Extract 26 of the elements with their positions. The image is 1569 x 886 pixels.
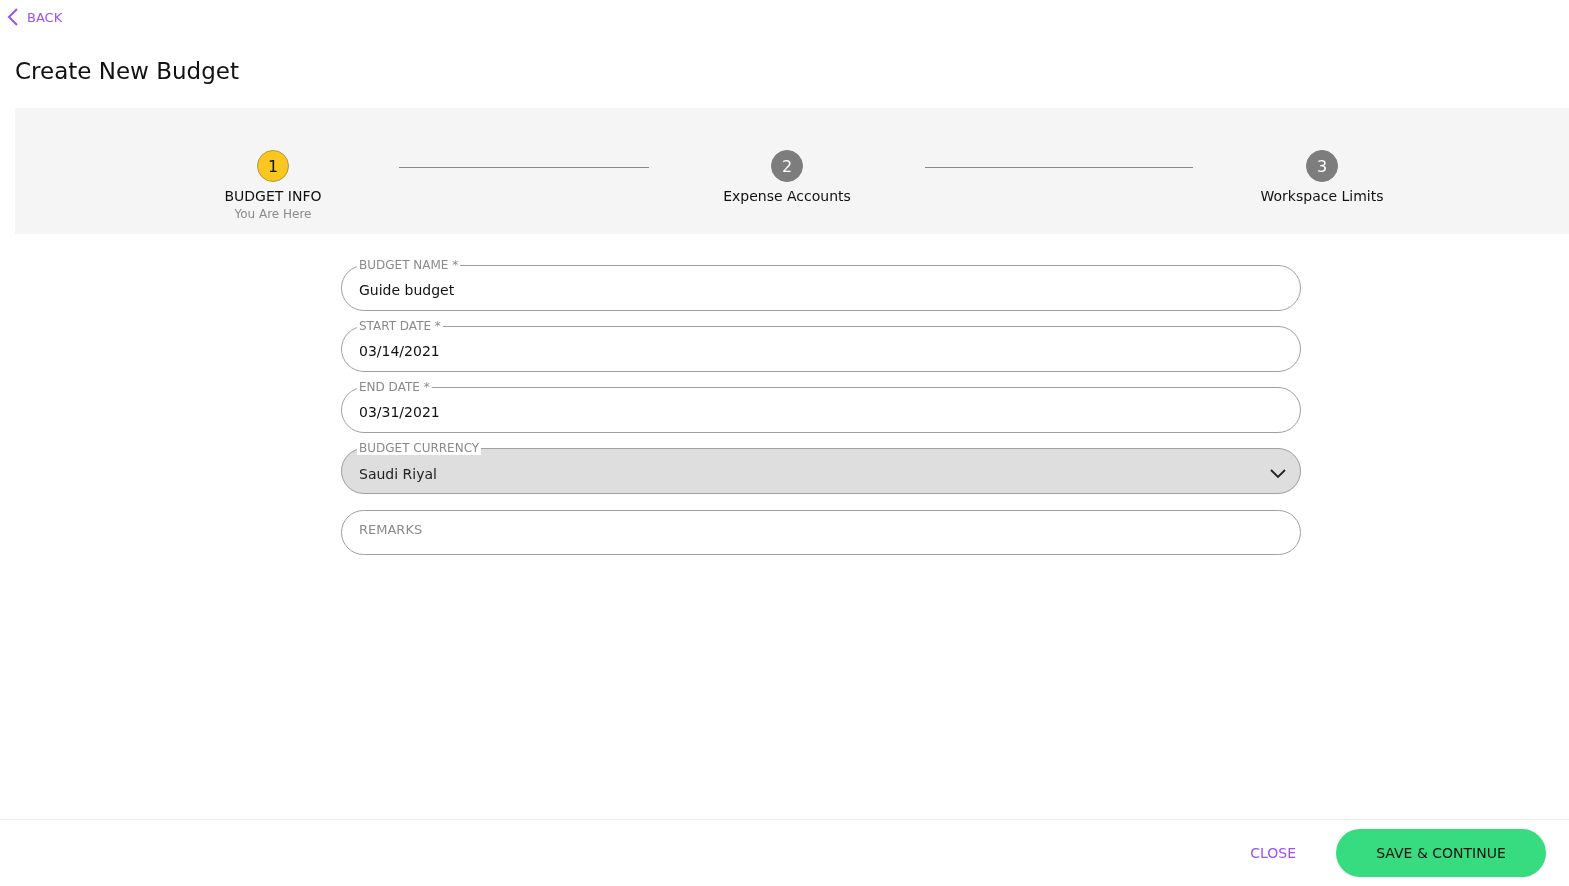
field-label: START DATE * — [357, 319, 443, 333]
step-circle: 1 — [257, 150, 289, 182]
step-circle: 3 — [1306, 150, 1338, 182]
close-button[interactable]: CLOSE — [1250, 839, 1296, 867]
select-field[interactable]: BUDGET CURRENCY Saudi Riyal — [341, 441, 1301, 494]
input-field[interactable]: END DATE * 03/31/2021 — [341, 380, 1301, 433]
page-title: Create New Budget — [15, 58, 240, 84]
step-subtitle: You Are Here — [234, 207, 312, 221]
select-value: Saudi Riyal — [359, 465, 438, 484]
field-label: END DATE * — [357, 380, 432, 394]
back-link[interactable]: BACK — [7, 6, 63, 28]
input-field[interactable]: BUDGET NAME * Guide budget — [341, 258, 1301, 311]
text-input[interactable]: 03/14/2021 — [359, 333, 1286, 369]
text-input[interactable]: 03/31/2021 — [359, 394, 1286, 430]
step-label: Expense Accounts — [723, 188, 851, 204]
save-continue-button[interactable]: SAVE & CONTINUE — [1336, 829, 1546, 877]
field-label: BUDGET NAME * — [357, 258, 461, 272]
field-label: BUDGET CURRENCY — [357, 441, 482, 455]
chevron-left-icon — [7, 8, 19, 26]
text-input[interactable]: Guide budget — [359, 272, 1286, 308]
remarks-input[interactable]: REMARKS — [359, 511, 1283, 547]
input-field[interactable]: START DATE * 03/14/2021 — [341, 319, 1301, 372]
step-label: BUDGET INFO — [224, 188, 322, 204]
step-label: Workspace Limits — [1260, 188, 1384, 204]
chevron-down-icon — [1270, 469, 1286, 479]
step-circle: 2 — [771, 150, 803, 182]
